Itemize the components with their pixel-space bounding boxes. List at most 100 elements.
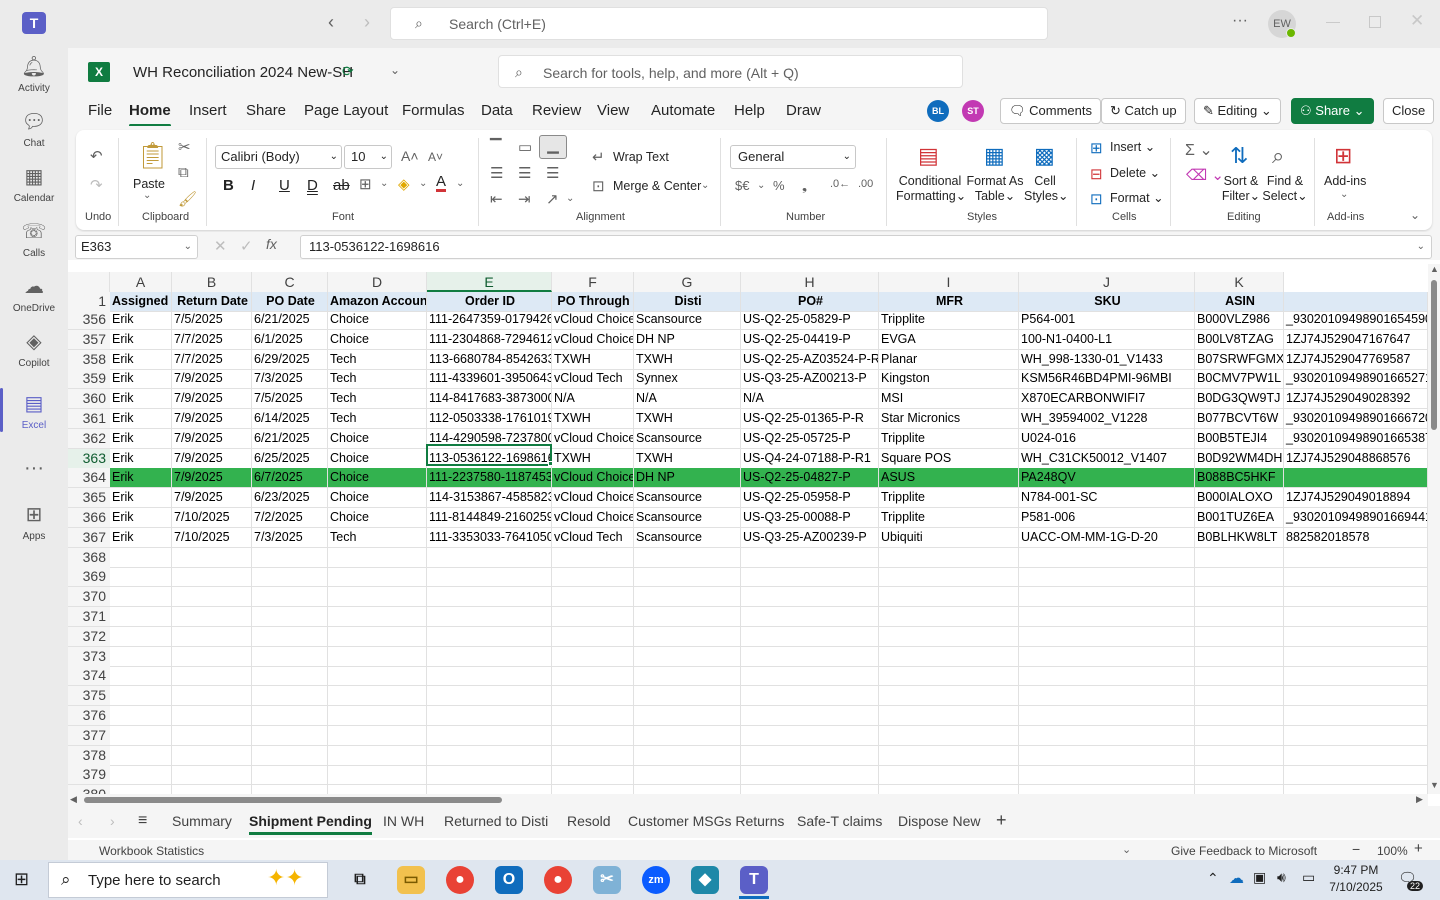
column-header-g[interactable]: G <box>634 272 741 292</box>
cell[interactable] <box>1195 706 1284 726</box>
cell[interactable]: vCloud Choice <box>552 468 634 488</box>
cell[interactable]: B0BLHKW8LT <box>1195 528 1284 548</box>
collaborator-avatar[interactable]: ST <box>962 100 984 122</box>
cell[interactable] <box>879 706 1019 726</box>
chrome-profile-icon[interactable]: ● <box>544 866 572 894</box>
scroll-up-icon[interactable]: ▲ <box>1430 264 1439 274</box>
cell[interactable] <box>427 666 552 686</box>
cell[interactable]: 6/21/2025 <box>252 310 328 330</box>
cell[interactable] <box>1019 548 1195 568</box>
cell[interactable]: P581-006 <box>1019 508 1195 528</box>
cell[interactable] <box>110 726 172 746</box>
chevron-down-icon[interactable]: ⌄ <box>419 178 427 189</box>
cell[interactable]: P564-001 <box>1019 310 1195 330</box>
cell[interactable]: 7/10/2025 <box>172 508 252 528</box>
prev-sheet-icon[interactable]: ‹ <box>78 813 83 829</box>
cell[interactable]: vCloud Choice <box>552 429 634 449</box>
cell[interactable] <box>1019 587 1195 607</box>
cell[interactable]: 111-2647359-0179426 <box>427 310 552 330</box>
cell[interactable] <box>634 746 741 766</box>
fill-handle[interactable] <box>548 461 553 466</box>
cell[interactable] <box>252 647 328 667</box>
cell[interactable]: US-Q3-25-AZ00213-P <box>741 369 879 389</box>
cell[interactable] <box>879 587 1019 607</box>
cell[interactable] <box>552 746 634 766</box>
copy-icon[interactable]: ⧉ <box>178 164 189 181</box>
cell[interactable]: vCloud Choice <box>552 488 634 508</box>
column-header-i[interactable]: I <box>879 272 1019 292</box>
cell[interactable] <box>741 587 879 607</box>
column-header-c[interactable]: C <box>252 272 328 292</box>
cell[interactable]: Tech <box>328 409 427 429</box>
chrome-icon[interactable]: ● <box>446 866 474 894</box>
cell[interactable] <box>741 765 879 785</box>
close-window-icon[interactable]: ✕ <box>1410 11 1424 31</box>
cell[interactable]: Erik <box>110 528 172 548</box>
percent-icon[interactable]: % <box>773 178 785 193</box>
merge-center-button[interactable]: Merge & Center <box>613 179 701 194</box>
insert-function-icon[interactable]: fx <box>266 236 277 252</box>
cell[interactable]: US-Q2-25-01365-P-R <box>741 409 879 429</box>
cell[interactable]: vCloud Tech <box>552 369 634 389</box>
cell[interactable] <box>1195 647 1284 667</box>
cell[interactable]: B0CMV7PW1L <box>1195 369 1284 389</box>
editing-mode-button[interactable]: ✎ Editing ⌄ <box>1194 98 1281 124</box>
cell[interactable] <box>427 587 552 607</box>
orientation-icon[interactable]: ↗ <box>546 190 559 208</box>
cell[interactable]: B07SRWFGMX <box>1195 350 1284 370</box>
cell[interactable]: Planar <box>879 350 1019 370</box>
snipping-tool-icon[interactable]: ✂ <box>593 866 621 894</box>
task-view-icon[interactable]: ⧉ <box>346 866 374 894</box>
cell[interactable] <box>252 587 328 607</box>
cell[interactable] <box>741 548 879 568</box>
cell[interactable]: 882582018578 <box>1284 528 1428 548</box>
cell[interactable] <box>552 686 634 706</box>
cell[interactable]: N/A <box>634 389 741 409</box>
cell[interactable] <box>427 627 552 647</box>
cell[interactable] <box>1284 706 1428 726</box>
row-header[interactable]: 365 <box>68 488 110 508</box>
cell[interactable]: 7/2/2025 <box>252 508 328 528</box>
cell[interactable] <box>1195 765 1284 785</box>
cell[interactable]: 7/9/2025 <box>172 449 252 469</box>
close-button[interactable]: Close <box>1383 98 1435 124</box>
cell[interactable]: B000VLZ986 <box>1195 310 1284 330</box>
rail-item-apps[interactable]: ⊞ Apps <box>0 503 68 542</box>
cell[interactable] <box>879 627 1019 647</box>
cell[interactable]: vCloud Choice <box>552 310 634 330</box>
cell[interactable] <box>634 706 741 726</box>
cell[interactable] <box>1195 666 1284 686</box>
cell[interactable] <box>1195 686 1284 706</box>
clock-time[interactable]: 9:47 PM <box>1330 863 1382 877</box>
cell[interactable] <box>1284 746 1428 766</box>
cell[interactable] <box>552 627 634 647</box>
all-sheets-icon[interactable]: ≡ <box>138 812 147 830</box>
row-header[interactable]: 367 <box>68 528 110 548</box>
cell[interactable]: 111-2237580-1187453 <box>427 468 552 488</box>
cell[interactable] <box>1019 666 1195 686</box>
cell[interactable]: Erik <box>110 468 172 488</box>
cell[interactable]: 1ZJ74J529049028392 <box>1284 389 1428 409</box>
cell[interactable]: Choice <box>328 508 427 528</box>
cell[interactable] <box>110 607 172 627</box>
cell[interactable] <box>879 765 1019 785</box>
italic-icon[interactable]: I <box>251 177 255 194</box>
cell[interactable]: 1ZJ74J529047769587 <box>1284 350 1428 370</box>
cell[interactable]: Erik <box>110 508 172 528</box>
cell[interactable] <box>328 627 427 647</box>
cell[interactable] <box>172 587 252 607</box>
cell[interactable]: Star Micronics <box>879 409 1019 429</box>
row-header[interactable]: 371 <box>68 607 110 627</box>
cell[interactable] <box>328 607 427 627</box>
grow-font-icon[interactable]: A˄ <box>401 148 419 164</box>
cell[interactable] <box>427 686 552 706</box>
collaborator-avatar[interactable]: BL <box>927 100 949 122</box>
cell[interactable] <box>741 567 879 587</box>
cell[interactable]: B0D92WM4DH <box>1195 449 1284 469</box>
cell[interactable] <box>1019 627 1195 647</box>
cell[interactable] <box>552 548 634 568</box>
cell[interactable] <box>1284 686 1428 706</box>
row-header[interactable]: 364 <box>68 468 110 488</box>
cell[interactable] <box>634 666 741 686</box>
cell[interactable]: Tripplite <box>879 429 1019 449</box>
